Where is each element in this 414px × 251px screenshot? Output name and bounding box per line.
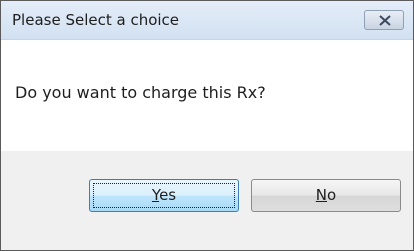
no-mnemonic: N (315, 186, 328, 204)
no-button[interactable]: No (251, 179, 401, 212)
dialog-window: Please Select a choice Do you want to ch… (0, 0, 414, 251)
yes-button[interactable]: Yes (89, 179, 239, 212)
focus-indicator (93, 183, 235, 208)
no-label-rest: o (327, 186, 337, 204)
close-button[interactable] (364, 10, 404, 30)
close-icon (379, 15, 391, 26)
title-bar[interactable]: Please Select a choice (1, 1, 413, 40)
button-bar: Yes No (1, 151, 413, 250)
dialog-body: Do you want to charge this Rx? (1, 40, 413, 151)
dialog-title: Please Select a choice (12, 11, 180, 29)
dialog-message: Do you want to charge this Rx? (15, 83, 266, 102)
